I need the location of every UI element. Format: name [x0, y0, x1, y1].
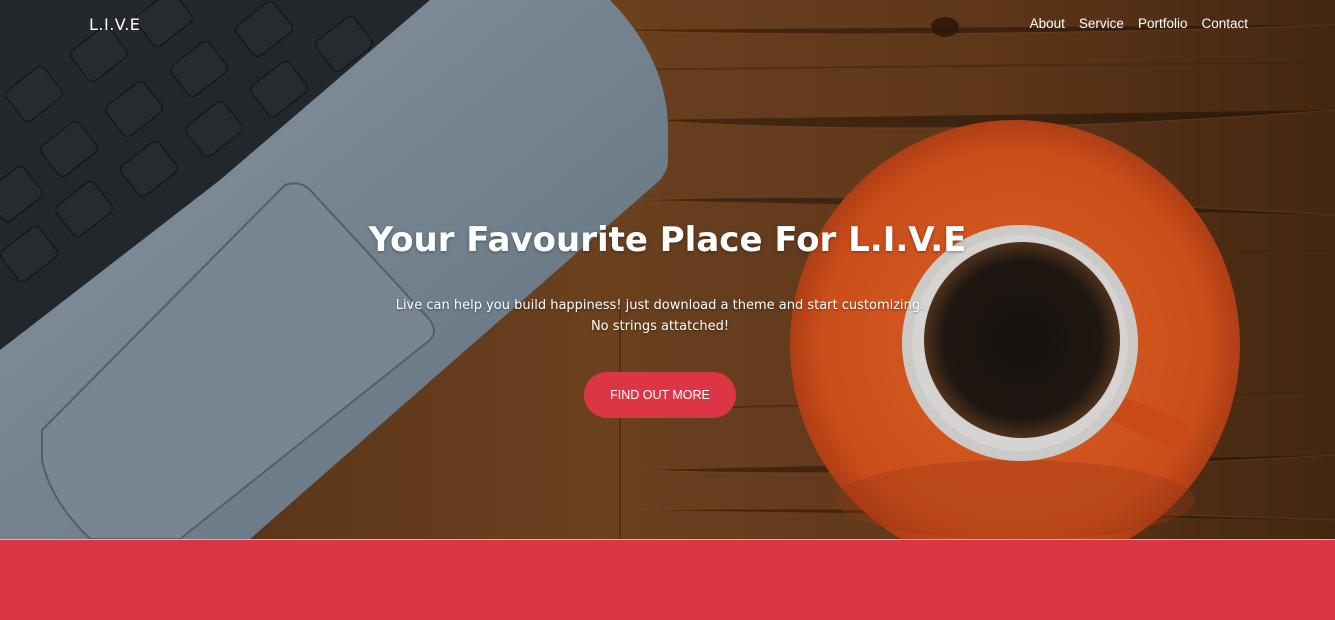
nav-item-portfolio[interactable]: Portfolio [1138, 16, 1188, 31]
nav-item-contact[interactable]: Contact [1201, 16, 1248, 31]
nav-item-about[interactable]: About [1030, 16, 1065, 31]
hero-headline: Your Favourite Place For L.I.V.E [368, 220, 967, 260]
main-nav: About Service Portfolio Contact [1030, 16, 1248, 31]
accent-section [0, 540, 1335, 620]
find-out-more-button[interactable]: FIND OUT MORE [584, 372, 736, 418]
hero-overlay [0, 0, 1335, 539]
hero-subtext-line-1: Live can help you build happiness! just … [395, 298, 925, 313]
nav-item-service[interactable]: Service [1079, 16, 1124, 31]
brand-logo[interactable]: L.I.V.E [89, 15, 140, 34]
hero-subtext-line-2: No strings attatched! [590, 319, 730, 334]
hero-subtext: Live can help you build happiness! just … [0, 295, 1320, 337]
hero-section: L.I.V.E About Service Portfolio Contact … [0, 0, 1335, 540]
